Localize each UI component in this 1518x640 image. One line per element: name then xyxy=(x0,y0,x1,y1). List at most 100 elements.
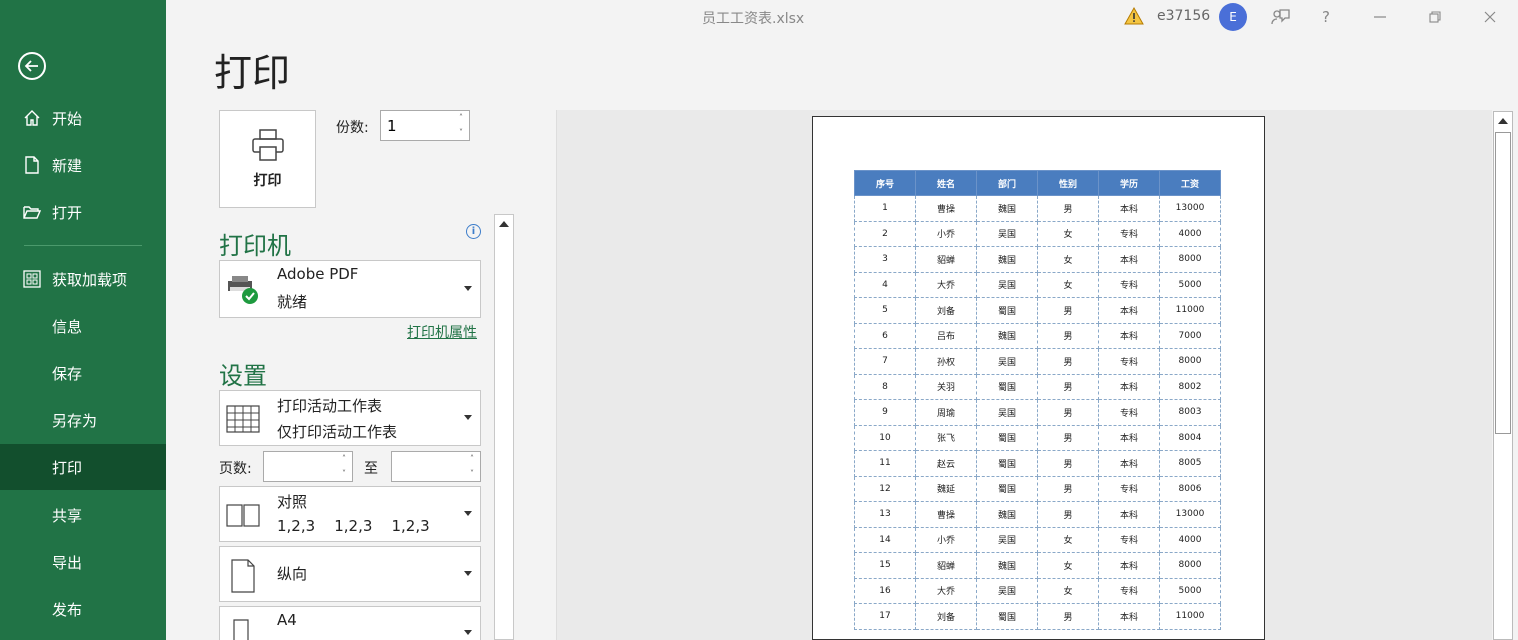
sidebar-item-home[interactable]: 开始 xyxy=(0,95,166,141)
sidebar-item-info[interactable]: 信息 xyxy=(0,303,166,349)
printer-properties-link[interactable]: 打印机属性 xyxy=(407,322,477,342)
table-cell: 本科 xyxy=(1098,322,1160,349)
table-cell: 刘备 xyxy=(915,297,977,324)
table-cell: 1 xyxy=(854,195,916,222)
print-button-label: 打印 xyxy=(253,173,282,189)
preview-scrollbar[interactable] xyxy=(1493,111,1513,640)
sidebar-item-open[interactable]: 打开 xyxy=(0,189,166,235)
settings-scrollbar[interactable] xyxy=(494,214,514,640)
copies-spinner[interactable]: ˄ ˅ xyxy=(455,113,467,138)
table-cell: 本科 xyxy=(1098,552,1160,579)
table-cell: 蜀国 xyxy=(976,373,1038,400)
pages-from-spinner[interactable]: ˄ ˅ xyxy=(338,454,350,479)
collate-dropdown[interactable]: 对照 1,2,3 1,2,3 1,2,3 xyxy=(219,486,481,542)
table-cell: 本科 xyxy=(1098,195,1160,222)
sidebar-item-publish[interactable]: 发布 xyxy=(0,586,166,632)
table-cell: 8000 xyxy=(1159,552,1221,579)
print-button[interactable]: 打印 xyxy=(219,110,316,208)
copies-input[interactable] xyxy=(381,111,441,140)
sidebar-item-save-as[interactable]: 另存为 xyxy=(0,397,166,443)
spin-down-icon[interactable]: ˅ xyxy=(342,469,346,479)
print-scope-desc: 仅打印活动工作表 xyxy=(277,423,398,441)
table-cell: 专科 xyxy=(1098,399,1160,426)
minimize-icon[interactable] xyxy=(1370,7,1390,27)
table-cell: 5000 xyxy=(1159,577,1221,604)
table-cell: 女 xyxy=(1037,246,1099,273)
table-cell: 魏延 xyxy=(915,475,977,502)
table-cell: 专科 xyxy=(1098,271,1160,298)
spin-up-icon[interactable]: ˄ xyxy=(459,113,463,123)
spin-down-icon[interactable]: ˅ xyxy=(459,128,463,138)
table-cell: 16 xyxy=(854,577,916,604)
table-cell: 男 xyxy=(1037,348,1099,375)
scroll-up-icon[interactable] xyxy=(499,221,509,227)
printer-icon xyxy=(250,128,286,166)
orientation-dropdown[interactable]: 纵向 xyxy=(219,546,481,602)
table-cell: 男 xyxy=(1037,475,1099,502)
restore-icon[interactable] xyxy=(1425,7,1445,27)
printer-dropdown[interactable]: Adobe PDF 就绪 xyxy=(219,260,481,318)
table-cell: 5000 xyxy=(1159,271,1221,298)
table-cell: 8000 xyxy=(1159,246,1221,273)
user-name[interactable]: e37156 xyxy=(1157,8,1210,24)
table-cell: 本科 xyxy=(1098,424,1160,451)
new-document-icon xyxy=(22,155,42,175)
pages-to-stepper[interactable]: ˄ ˅ xyxy=(391,451,481,482)
info-icon[interactable]: i xyxy=(466,224,481,239)
pages-from-stepper[interactable]: ˄ ˅ xyxy=(263,451,353,482)
spin-up-icon[interactable]: ˄ xyxy=(342,454,346,464)
orientation-value: 纵向 xyxy=(277,565,308,583)
table-cell: 魏国 xyxy=(976,195,1038,222)
table-cell: 6 xyxy=(854,322,916,349)
table-cell: 3 xyxy=(854,246,916,273)
table-cell: 大乔 xyxy=(915,577,977,604)
table-cell: 12 xyxy=(854,475,916,502)
worksheet-icon xyxy=(226,403,262,437)
sidebar-item-save[interactable]: 保存 xyxy=(0,350,166,396)
table-row: 9 周瑜 吴国男专科 8003 xyxy=(854,399,1221,426)
coauthor-icon[interactable] xyxy=(1270,7,1290,27)
spin-up-icon[interactable]: ˄ xyxy=(470,454,474,464)
table-cell: 吴国 xyxy=(976,577,1038,604)
table-row: 14 小乔 吴国女专科 4000 xyxy=(854,526,1221,553)
table-cell: 关羽 xyxy=(915,373,977,400)
warning-icon[interactable] xyxy=(1124,6,1144,30)
copies-stepper[interactable]: ˄˅ xyxy=(380,110,470,141)
table-cell: 女 xyxy=(1037,552,1099,579)
sidebar-item-export[interactable]: 导出 xyxy=(0,539,166,585)
pages-to-spinner[interactable]: ˄ ˅ xyxy=(466,454,478,479)
table-cell: 曹操 xyxy=(915,195,977,222)
printer-status: 就绪 xyxy=(277,293,308,311)
collate-icon xyxy=(226,499,262,533)
table-cell: 13000 xyxy=(1159,195,1221,222)
back-arrow-icon[interactable] xyxy=(18,52,46,80)
sidebar-item-print[interactable]: 打印 xyxy=(0,444,166,490)
table-cell: 吴国 xyxy=(976,271,1038,298)
addins-grid-icon xyxy=(22,269,42,289)
pages-to-label: 至 xyxy=(364,461,378,477)
table-row: 13 曹操 魏国男本科 13000 xyxy=(854,501,1221,528)
table-cell: 男 xyxy=(1037,603,1099,630)
spin-down-icon[interactable]: ˅ xyxy=(470,469,474,479)
printer-ready-icon xyxy=(226,273,262,307)
table-cell: 13000 xyxy=(1159,501,1221,528)
help-icon[interactable]: ? xyxy=(1316,7,1336,27)
paper-size-dropdown[interactable]: A4 xyxy=(219,606,481,640)
avatar[interactable]: E xyxy=(1219,3,1247,31)
table-row: 8 关羽 蜀国男本科 8002 xyxy=(854,373,1221,400)
table-row: 11 赵云 蜀国男本科 8005 xyxy=(854,450,1221,477)
table-cell: 蜀国 xyxy=(976,297,1038,324)
close-icon[interactable] xyxy=(1480,7,1500,27)
scrollbar-thumb[interactable] xyxy=(1495,132,1511,434)
backstage-sidebar: 开始 新建 打开 获取加载项 信息 保存 另存为 打印 共享 导出 发布 xyxy=(0,0,166,640)
table-cell: 15 xyxy=(854,552,916,579)
scroll-up-icon[interactable] xyxy=(1498,118,1508,124)
sidebar-item-get-addins[interactable]: 获取加载项 xyxy=(0,256,166,302)
sidebar-item-share[interactable]: 共享 xyxy=(0,492,166,538)
sidebar-item-new[interactable]: 新建 xyxy=(0,142,166,188)
print-scope-dropdown[interactable]: 打印活动工作表 仅打印活动工作表 xyxy=(219,390,481,446)
table-cell: 专科 xyxy=(1098,220,1160,247)
settings-section-title: 设置 xyxy=(219,362,267,390)
table-cell: 专科 xyxy=(1098,475,1160,502)
table-header-cell: 序号 xyxy=(854,170,916,196)
